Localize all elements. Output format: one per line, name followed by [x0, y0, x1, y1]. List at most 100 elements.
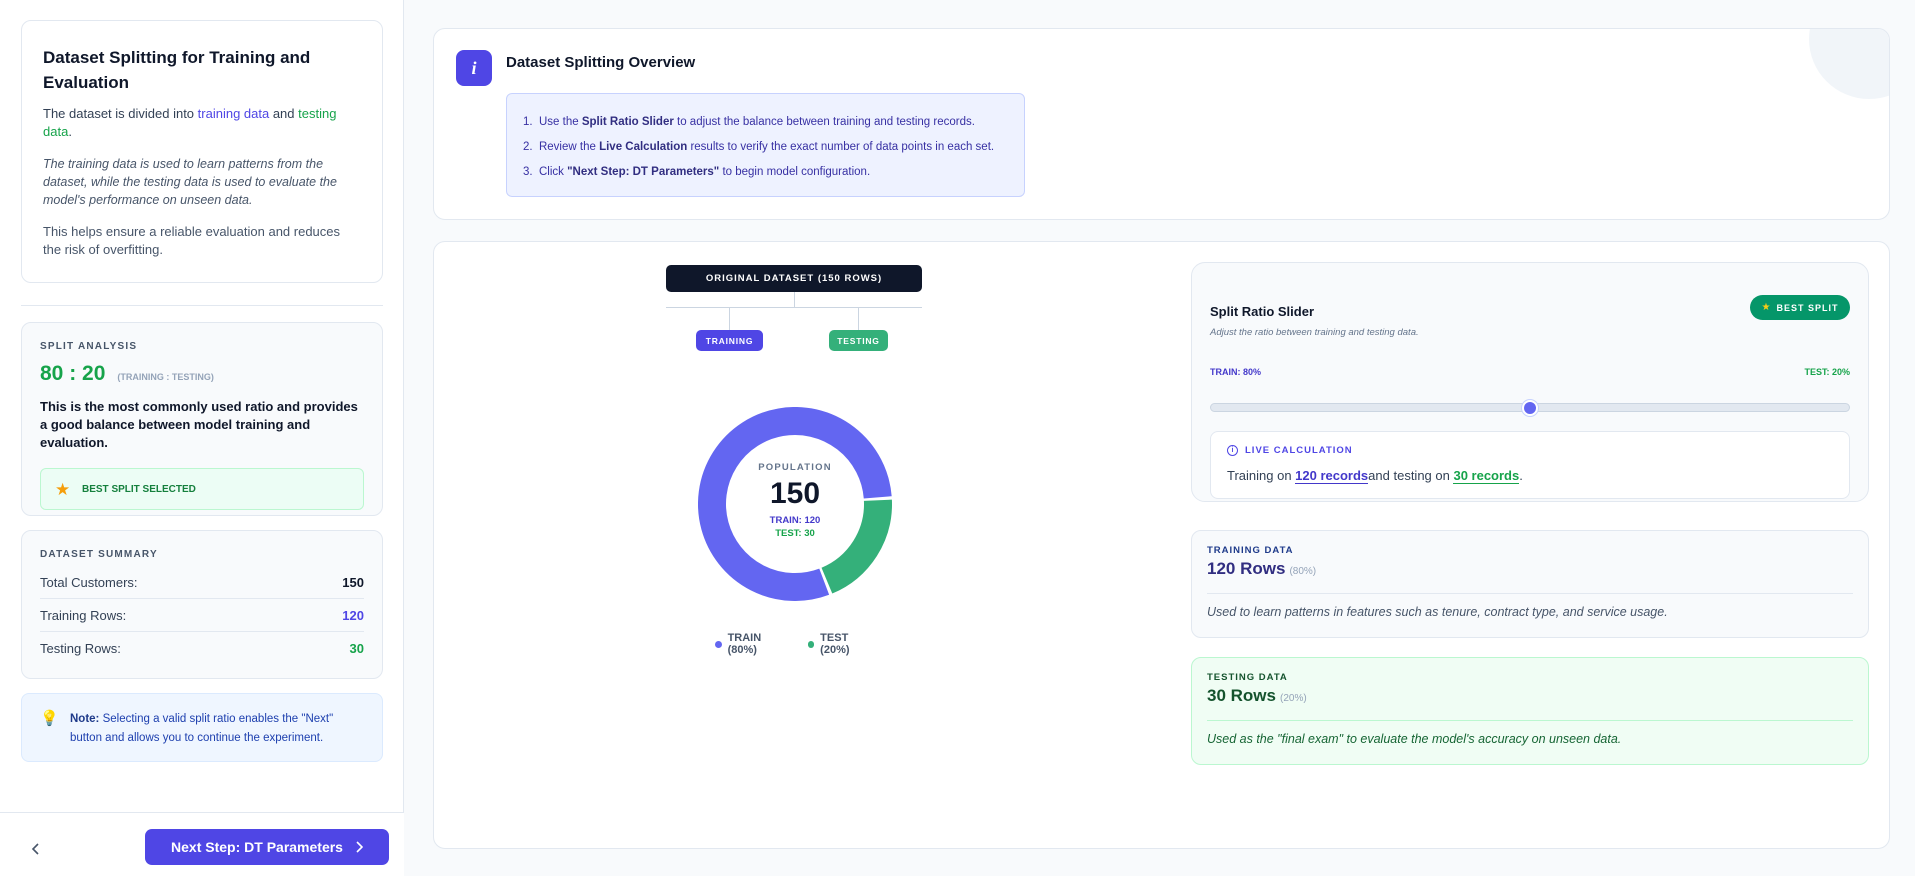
legend-dot-test — [807, 640, 815, 648]
live-text: Training on — [1227, 468, 1296, 483]
step-text: results to verify the exact number of da… — [687, 141, 995, 153]
rows-count: 30 Rows — [1207, 686, 1276, 705]
intro-paragraph: The dataset is divided into training dat… — [43, 105, 361, 141]
split-ratio-slider[interactable] — [1210, 400, 1850, 416]
step-bold: Split Ratio Slider — [581, 116, 674, 128]
note-card: 💡 Note: Selecting a valid split ratio en… — [21, 693, 383, 762]
live-text: and testing on — [1368, 468, 1454, 483]
tree-connector — [794, 292, 795, 307]
step-1: 1. Use the Split Ratio Slider to adjust … — [523, 110, 1008, 135]
intro-card: Dataset Splitting for Training and Evalu… — [21, 20, 383, 283]
intro-title: Dataset Splitting for Training and Evalu… — [43, 48, 311, 92]
note-bold: Note: — [70, 713, 100, 725]
step-2: 2. Review the Live Calculation results t… — [523, 135, 1008, 160]
summary-row-training: Training Rows: 120 — [40, 599, 364, 632]
summary-label: Total Customers: — [40, 574, 138, 590]
split-ratio-slider-card: Split Ratio Slider Adjust the ratio betw… — [1191, 262, 1869, 502]
rows-count: 120 Rows — [1207, 559, 1286, 578]
training-rows-value: 120 Rows (80%) — [1207, 559, 1316, 579]
next-step-label: Next Step: DT Parameters — [171, 839, 343, 855]
rows-percent: (20%) — [1279, 693, 1307, 704]
best-split-badge: ★ BEST SPLIT — [1750, 295, 1850, 320]
testing-data-label: TESTING DATA — [1207, 672, 1288, 683]
live-calculation-label: LIVE CALCULATION — [1245, 445, 1353, 456]
testing-rows-value: 30 Rows (20%) — [1207, 686, 1307, 706]
donut-center: POPULATION 150 TRAIN: 120 TEST: 30 — [698, 407, 892, 601]
sidebar-content[interactable]: Dataset Splitting for Training and Evalu… — [0, 0, 404, 812]
note-text: Note: Selecting a valid split ratio enab… — [70, 710, 364, 745]
intro-text: The dataset is divided into — [43, 106, 198, 121]
slider-test-label: TEST: 20% — [1804, 367, 1850, 377]
tree-connector — [858, 307, 859, 330]
summary-label: Training Rows: — [40, 607, 127, 623]
info-circle-icon: i — [1227, 445, 1238, 456]
note-body: Selecting a valid split ratio enables th… — [70, 713, 334, 744]
testing-data-description: Used as the "final exam" to evaluate the… — [1207, 732, 1622, 746]
population-train-count: TRAIN: 120 — [769, 514, 821, 526]
step-3: 3. Click "Next Step: DT Parameters" to b… — [523, 160, 1008, 185]
decorative-circle — [1809, 29, 1889, 99]
dataset-summary-label: DATASET SUMMARY — [40, 549, 158, 560]
summary-value: 120 — [342, 607, 364, 623]
instruction-steps: 1. Use the Split Ratio Slider to adjust … — [506, 93, 1025, 197]
slider-train-label: TRAIN: 80% — [1210, 367, 1262, 377]
step-number: 1. — [523, 116, 533, 128]
split-analysis-label: SPLIT ANALYSIS — [40, 341, 138, 352]
live-calculation-text: Training on 120 recordsand testing on 30… — [1227, 468, 1523, 484]
legend-label: TRAIN (80%) — [727, 632, 762, 656]
lightbulb-icon: 💡 — [40, 710, 59, 727]
live-calculation-box: i LIVE CALCULATION Training on 120 recor… — [1210, 431, 1850, 499]
training-data-label: TRAINING DATA — [1207, 545, 1294, 556]
chart-legend: TRAIN (80%) TEST (20%) — [706, 632, 886, 656]
intro-text: and — [269, 106, 299, 121]
step-text: to begin model configuration. — [719, 166, 871, 178]
population-label: POPULATION — [758, 461, 832, 473]
chevron-left-icon — [31, 843, 39, 855]
live-train-records: 120 records — [1295, 468, 1369, 484]
live-test-records: 30 records — [1453, 468, 1520, 484]
split-analysis-description: This is the most commonly used ratio and… — [40, 399, 358, 450]
step-text: Review the — [538, 141, 600, 153]
summary-row-testing: Testing Rows: 30 — [40, 632, 364, 665]
intro-italic-paragraph: The training data is used to learn patte… — [43, 157, 337, 207]
step-number: 2. — [523, 141, 533, 153]
sidebar-divider — [21, 305, 383, 306]
card-divider — [1207, 720, 1853, 721]
intro-reliability-paragraph: This helps ensure a reliable evaluation … — [43, 224, 341, 257]
next-step-button[interactable]: Next Step: DT Parameters — [145, 829, 389, 865]
training-data-description: Used to learn patterns in features such … — [1207, 605, 1668, 619]
ratio-row: 80 : 20 (TRAINING : TESTING) — [40, 362, 364, 386]
step-text: to adjust the balance between training a… — [673, 116, 975, 128]
sidebar: Dataset Splitting for Training and Evalu… — [0, 0, 404, 876]
training-pill: TRAINING — [696, 330, 763, 351]
info-icon: i — [456, 50, 492, 86]
best-split-selected-banner: ★ BEST SPLIT SELECTED — [40, 468, 364, 510]
legend-label: TEST (20%) — [820, 632, 850, 656]
testing-pill: TESTING — [829, 330, 888, 351]
summary-row-total: Total Customers: 150 — [40, 566, 364, 599]
step-bold: Live Calculation — [599, 141, 688, 153]
summary-value: 150 — [342, 574, 364, 590]
legend-item-test: TEST (20%) — [807, 632, 877, 656]
slider-thumb[interactable] — [1522, 400, 1538, 416]
population-test-count: TEST: 30 — [775, 527, 815, 539]
chevron-right-icon — [356, 841, 363, 853]
legend-dot-train — [715, 640, 722, 648]
intro-text: . — [68, 124, 72, 139]
summary-value: 30 — [349, 641, 364, 656]
tree-connector — [729, 307, 730, 330]
slider-subtitle: Adjust the ratio between training and te… — [1210, 327, 1419, 338]
step-bold: "Next Step: DT Parameters" — [567, 166, 720, 178]
testing-data-card: TESTING DATA 30 Rows (20%) Used as the "f… — [1191, 657, 1869, 765]
tree-connector — [666, 307, 922, 308]
live-text: . — [1519, 468, 1523, 483]
back-button[interactable] — [22, 835, 50, 863]
original-dataset-badge: ORIGINAL DATASET (150 ROWS) — [666, 265, 922, 292]
summary-label: Testing Rows: — [40, 641, 121, 656]
best-split-badge-text: BEST SPLIT — [1776, 302, 1839, 313]
split-ratio-value: 80 : 20 — [40, 362, 106, 385]
split-ratio-caption: (TRAINING : TESTING) — [117, 372, 214, 382]
slider-title: Split Ratio Slider — [1210, 304, 1315, 319]
split-workspace: ORIGINAL DATASET (150 ROWS) TRAINING TES… — [433, 241, 1890, 849]
split-analysis-card: SPLIT ANALYSIS 80 : 20 (TRAINING : TESTI… — [21, 322, 383, 516]
